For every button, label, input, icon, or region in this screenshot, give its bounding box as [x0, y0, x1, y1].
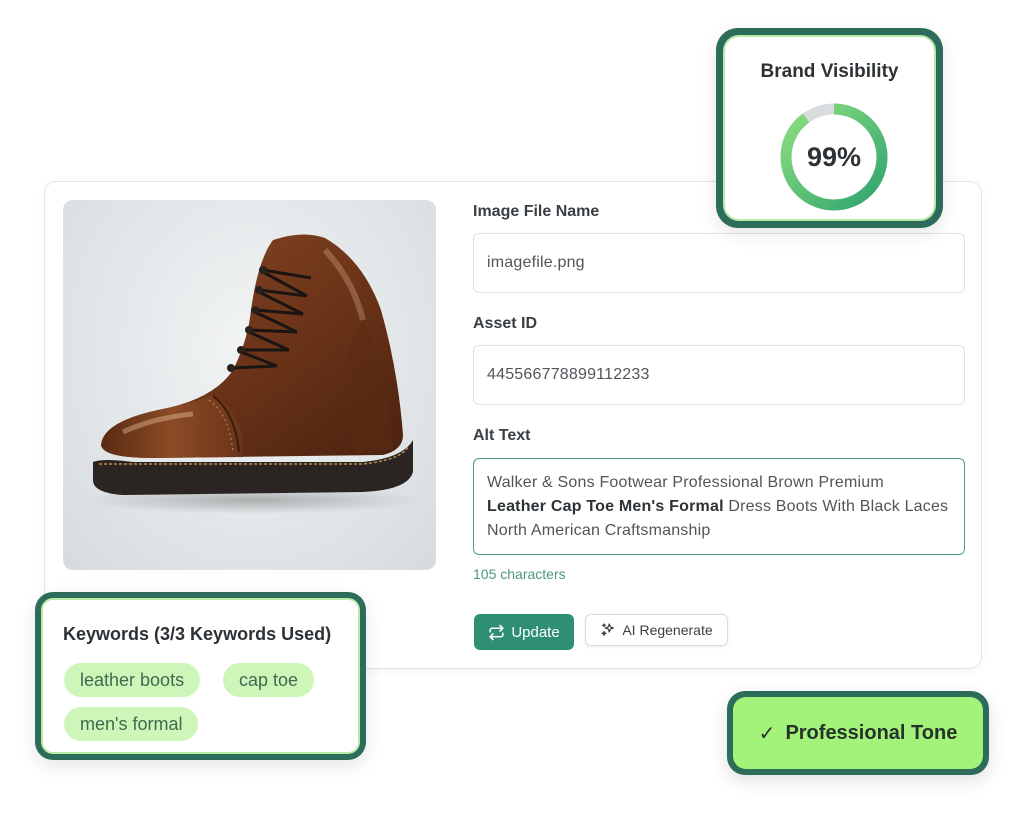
update-label: Update — [511, 623, 560, 641]
keywords-card: Keywords (3/3 Keywords Used) leather boo… — [35, 592, 366, 760]
file-name-label: Image File Name — [473, 203, 600, 220]
brand-visibility-card: Brand Visibility 99% — [716, 28, 943, 228]
alt-text-part1: Walker & Sons Footwear Professional Brow… — [487, 474, 884, 491]
sparkle-icon — [601, 623, 615, 636]
tone-badge: ✓ Professional Tone — [733, 697, 983, 769]
tone-card: ✓ Professional Tone — [727, 691, 989, 775]
tone-label: Professional Tone — [785, 721, 958, 744]
brand-visibility-inner: Brand Visibility 99% — [723, 35, 936, 221]
boot-illustration — [83, 234, 423, 514]
refresh-icon — [489, 624, 504, 640]
asset-id-value: 445566778899112233 — [487, 366, 650, 383]
ai-regenerate-label: AI Regenerate — [622, 622, 713, 638]
product-image — [63, 200, 436, 570]
char-count: 105 characters — [473, 566, 566, 582]
alt-text-field[interactable]: Walker & Sons Footwear Professional Brow… — [473, 458, 965, 555]
update-button[interactable]: Update — [474, 614, 574, 650]
visibility-value: 99% — [806, 141, 862, 172]
keyword-chip[interactable]: leather boots — [64, 663, 201, 697]
file-name-field[interactable]: imagefile.png — [473, 233, 965, 293]
keywords-inner: Keywords (3/3 Keywords Used) leather boo… — [41, 598, 360, 754]
keyword-chip[interactable]: cap toe — [223, 663, 315, 697]
file-name-value: imagefile.png — [487, 254, 585, 271]
alt-text-label: Alt Text — [473, 427, 531, 444]
keyword-chip[interactable]: men's formal — [64, 707, 199, 741]
alt-text-bold: Leather Cap Toe Men's Formal — [487, 498, 724, 515]
keywords-title: Keywords (3/3 Keywords Used) — [63, 624, 332, 644]
check-icon: ✓ — [758, 722, 776, 745]
brand-visibility-title: Brand Visibility — [760, 61, 899, 82]
asset-id-label: Asset ID — [473, 315, 538, 332]
ai-regenerate-button[interactable]: AI Regenerate — [585, 614, 728, 646]
asset-id-field[interactable]: 445566778899112233 — [473, 345, 965, 405]
